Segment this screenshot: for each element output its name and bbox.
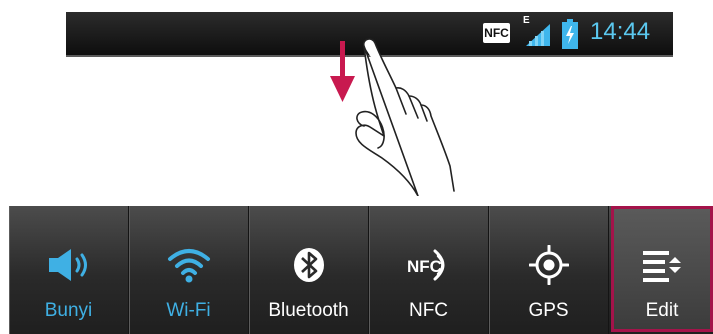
wifi-icon [129,244,248,286]
quick-setting-sound-label: Bunyi [44,300,93,321]
quick-setting-gps[interactable]: GPS [489,206,609,334]
bluetooth-icon [249,244,368,286]
quick-setting-wifi[interactable]: Wi-Fi [129,206,249,334]
quick-setting-wifi-label: Wi-Fi [166,300,211,321]
signal-icon [526,24,550,46]
quick-setting-nfc-label: NFC [408,300,449,321]
pointing-hand-icon [355,38,455,196]
swipe-down-arrow-icon [330,41,355,102]
quick-setting-bluetooth-label: Bluetooth [268,300,349,321]
quick-setting-edit-button[interactable]: Edit [611,206,713,332]
swipe-gesture-illustration [330,38,455,196]
status-clock: 14:44 [590,18,651,45]
sound-icon [9,244,128,286]
gps-icon [489,244,608,286]
quick-setting-sound[interactable]: Bunyi [9,206,129,334]
quick-setting-edit-label: Edit [645,300,679,321]
svg-text:NFC: NFC [407,257,442,276]
quick-setting-nfc[interactable]: NFC NFC [369,206,489,334]
quick-setting-bluetooth[interactable]: Bluetooth [249,206,369,334]
quick-setting-gps-label: GPS [528,300,569,321]
nfc-status-icon: NFC [483,23,510,43]
quick-settings-panel: Bunyi Wi-Fi Bluetooth NFC NFC GPS Edit [9,206,713,334]
edit-list-icon [614,244,710,286]
battery-charging-icon [562,19,578,49]
nfc-icon: NFC [369,244,488,286]
